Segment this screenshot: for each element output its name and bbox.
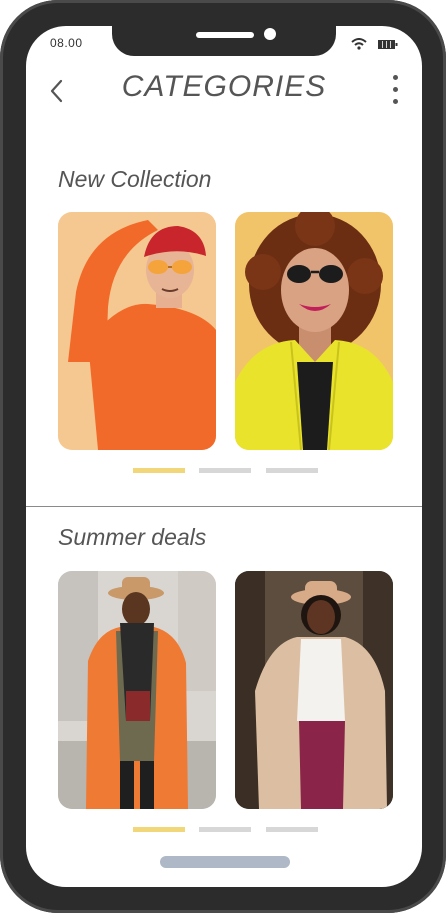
product-card[interactable] [58,571,216,809]
status-time: 08.00 [50,36,83,50]
product-card[interactable] [235,212,393,450]
camera-icon [264,28,276,40]
more-options-icon[interactable] [386,72,406,108]
product-image [235,571,393,809]
app-screen: 08.00 CATEGORIES New Collection Summer d… [26,26,422,887]
section-title-new-collection: New Collection [58,166,212,192]
battery-icon [378,40,398,49]
product-card[interactable] [58,212,216,450]
section-divider [26,506,422,507]
carousel-pager [133,827,319,833]
page-title: CATEGORIES [121,70,327,103]
phone-frame: 08.00 CATEGORIES New Collection Summer d… [0,0,446,913]
product-image [58,212,216,450]
section-title-summer-deals: Summer deals [58,524,207,550]
carousel-pager [133,468,319,474]
wifi-icon [351,38,367,50]
speaker-icon [196,32,254,38]
product-image [58,571,216,809]
pager-dot[interactable] [199,468,251,473]
pager-dot[interactable] [199,827,251,832]
pager-dot[interactable] [266,827,318,832]
pager-dot[interactable] [133,468,185,473]
product-card[interactable] [235,571,393,809]
pager-dot[interactable] [266,468,318,473]
product-image [235,212,393,450]
home-indicator[interactable] [160,856,290,868]
pager-dot[interactable] [133,827,185,832]
notch [112,26,336,56]
